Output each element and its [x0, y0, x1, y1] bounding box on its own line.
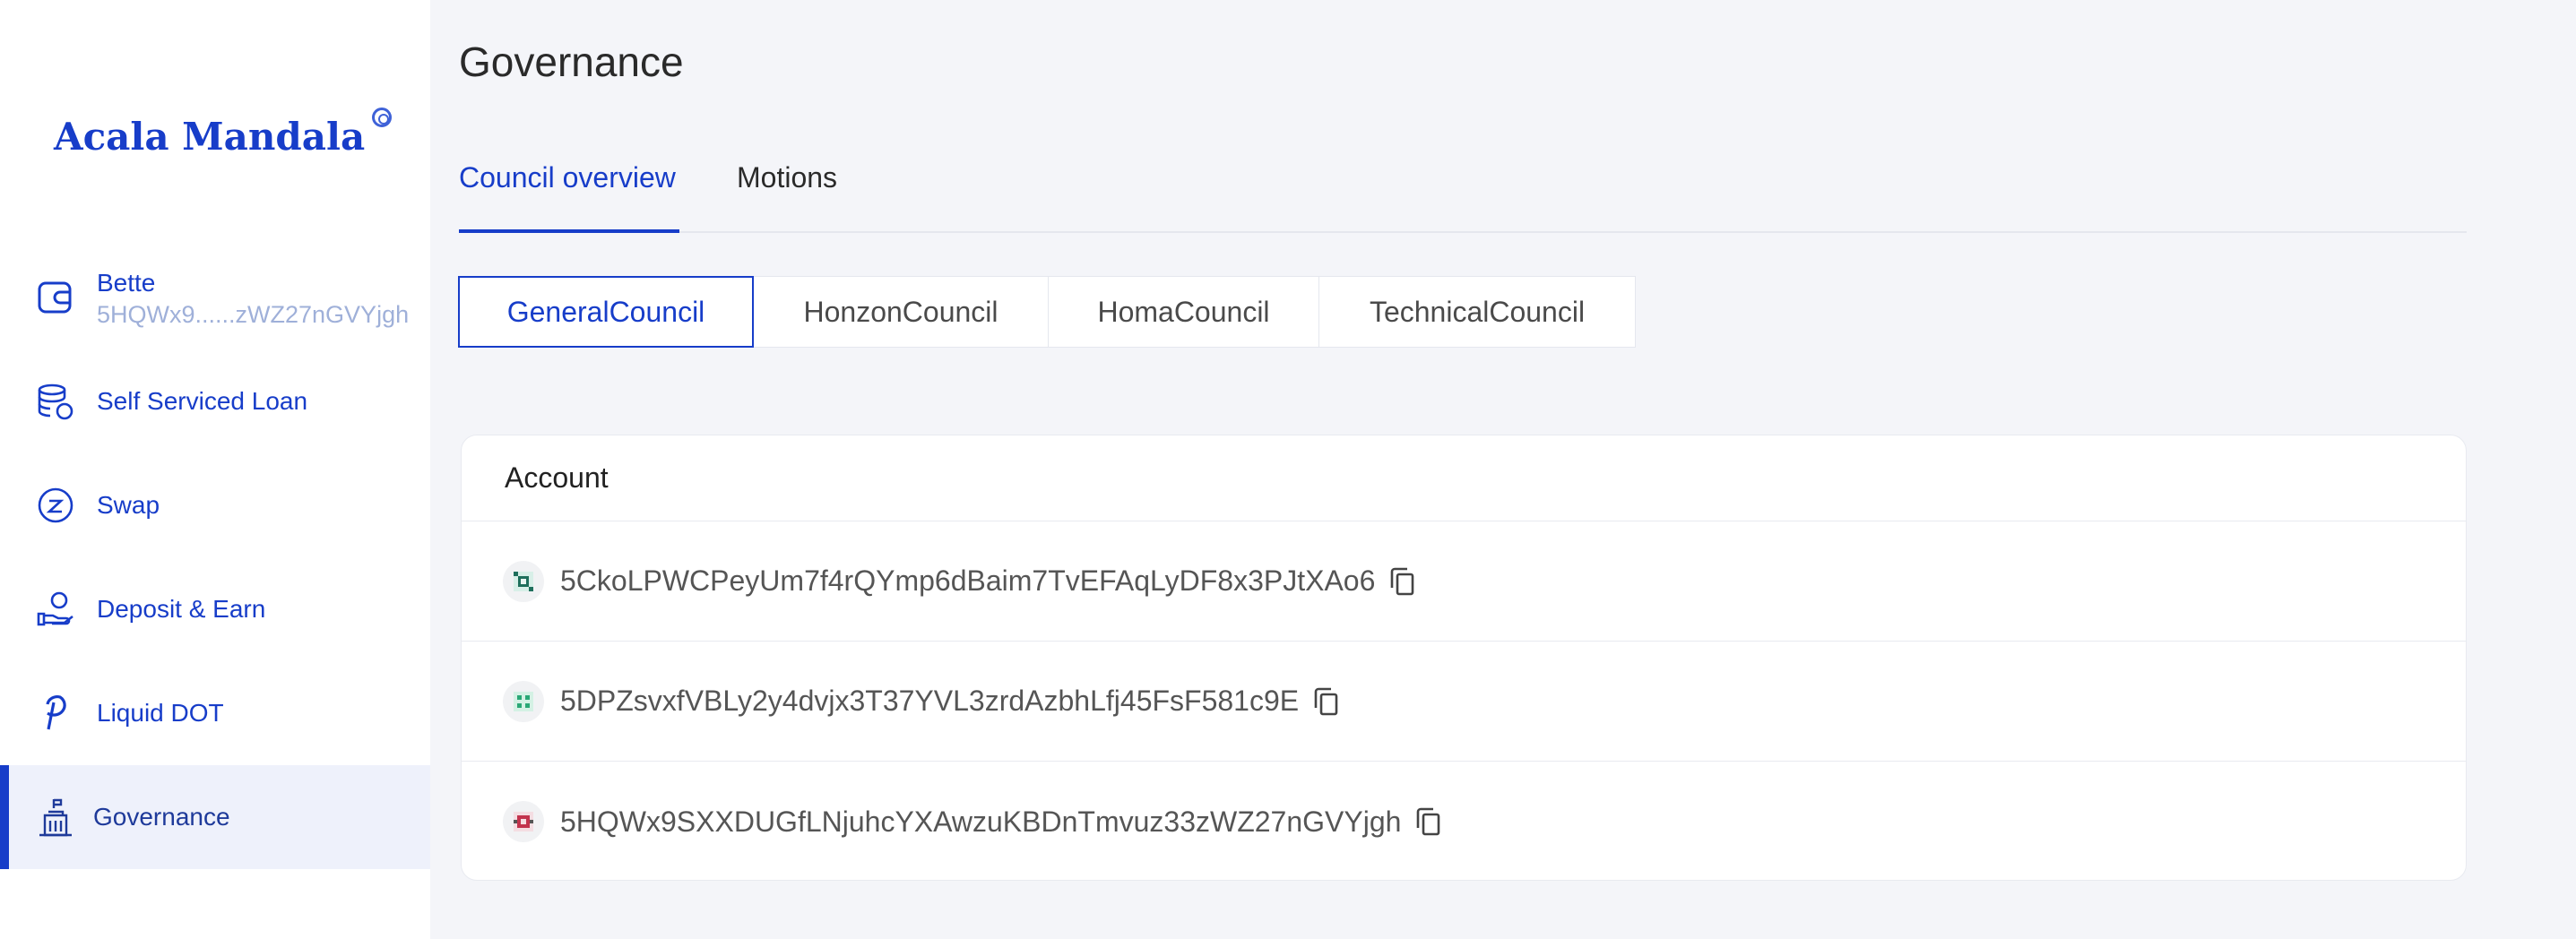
account-address: 5HQWx9......zWZ27nGVYjgh [97, 301, 410, 328]
sidebar-item-swap[interactable]: Swap [0, 453, 430, 557]
logo-text: Acala Mandala [54, 115, 366, 159]
sidebar-item-deposit-earn[interactable]: Deposit & Earn [0, 557, 430, 661]
app-logo[interactable]: Acala Mandala [54, 108, 393, 159]
governance-building-icon [36, 797, 75, 837]
wallet-icon [36, 278, 75, 317]
identicon-icon [503, 680, 544, 722]
swap-icon [36, 486, 75, 525]
table-row: 5CkoLPWCPeyUm7f4rQYmp6dBaim7TvEFAqLyDF8x… [462, 521, 2466, 642]
table-row: 5HQWx9SXXDUGfLNjuhcYXAwzuKBDnTmvuz33zWZ2… [462, 762, 2466, 882]
polkadot-icon [36, 693, 75, 733]
account-address: 5CkoLPWCPeyUm7f4rQYmp6dBaim7TvEFAqLyDF8x… [560, 564, 1376, 597]
council-technical-button[interactable]: TechnicalCouncil [1318, 276, 1636, 348]
account-address: 5DPZsvxfVBLy2y4dvjx3T37YVL3zrdAzbhLfj45F… [560, 685, 1300, 717]
sidebar-item-liquid-dot[interactable]: Liquid DOT [0, 661, 430, 765]
tab-bar: Council overview Motions [459, 161, 2467, 233]
sidebar-account[interactable]: Bette 5HQWx9......zWZ27nGVYjgh [0, 246, 430, 349]
council-general-button[interactable]: GeneralCouncil [458, 276, 754, 348]
tab-council-overview[interactable]: Council overview [459, 161, 679, 233]
table-header-account: Account [462, 435, 2466, 521]
table-row: 5DPZsvxfVBLy2y4dvjx3T37YVL3zrdAzbhLfj45F… [462, 642, 2466, 762]
sidebar-item-label: Deposit & Earn [97, 595, 266, 623]
sidebar-item-governance[interactable]: Governance [0, 765, 430, 869]
council-selector: GeneralCouncil HonzonCouncil HomaCouncil… [458, 276, 1636, 348]
tab-motions[interactable]: Motions [737, 161, 837, 231]
account-address: 5HQWx9SXXDUGfLNjuhcYXAwzuKBDnTmvuz33zWZ2… [560, 805, 1402, 838]
council-members-table: Account 5CkoLPWCPeyUm7f4rQYmp6dBaim7TvEF… [461, 435, 2467, 881]
loan-coin-icon [36, 382, 75, 421]
copy-icon[interactable] [1415, 806, 1442, 837]
council-homa-button[interactable]: HomaCouncil [1048, 276, 1319, 348]
copy-icon[interactable] [1389, 566, 1416, 597]
main-content: Governance Council overview Motions Gene… [430, 0, 2576, 939]
identicon-icon [503, 801, 544, 842]
copy-icon[interactable] [1313, 686, 1340, 717]
identicon-icon [503, 560, 544, 602]
sidebar-item-label: Governance [93, 803, 230, 831]
sidebar-item-self-serviced-loan[interactable]: Self Serviced Loan [0, 349, 430, 453]
logo-mark-icon [372, 108, 393, 127]
sidebar-item-label: Swap [97, 491, 160, 519]
page-title: Governance [459, 39, 684, 85]
sidebar-item-label: Liquid DOT [97, 699, 224, 727]
council-honzon-button[interactable]: HonzonCouncil [753, 276, 1049, 348]
account-name: Bette [97, 269, 156, 297]
deposit-hand-icon [36, 590, 75, 629]
sidebar: Acala Mandala Bette 5HQWx9......zWZ27nGV… [0, 0, 430, 939]
sidebar-item-label: Self Serviced Loan [97, 387, 308, 415]
